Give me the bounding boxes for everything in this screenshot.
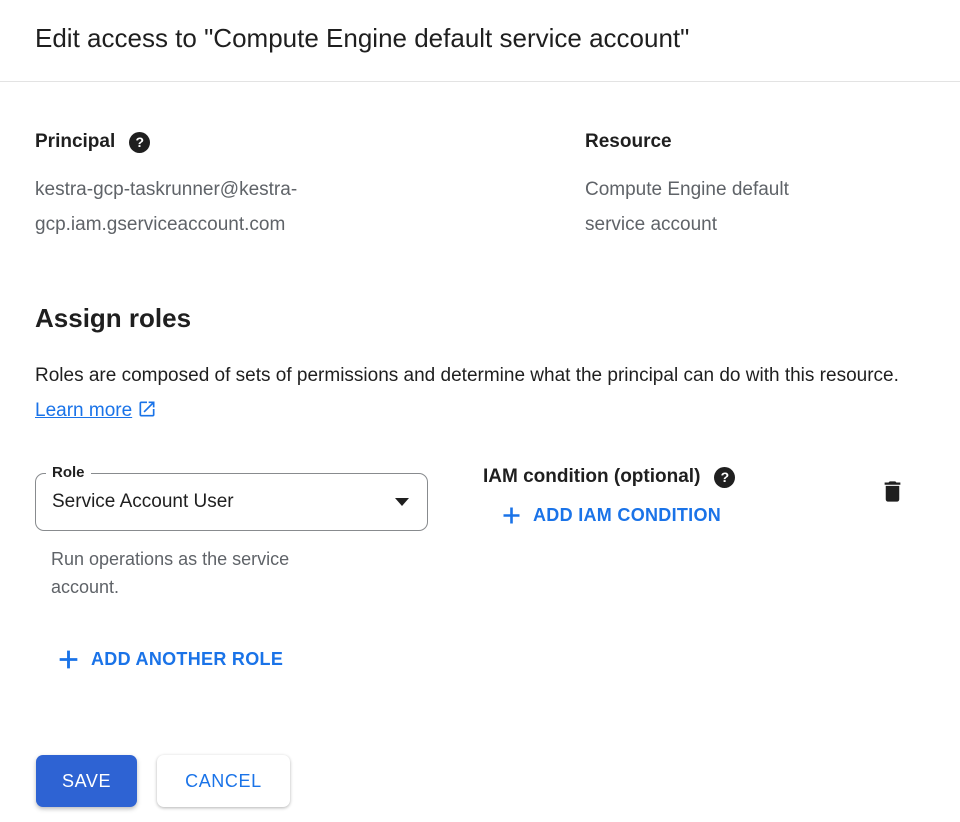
role-select[interactable]: Role Service Account User xyxy=(35,473,428,531)
dialog-action-buttons: SAVE CANCEL xyxy=(36,755,925,807)
add-another-role-label: ADD ANOTHER ROLE xyxy=(91,649,283,670)
role-column: Role Service Account User Run operations… xyxy=(35,462,428,601)
principal-label: Principal xyxy=(35,131,115,153)
principal-value: kestra-gcp-taskrunner@kestra-gcp.iam.gse… xyxy=(35,172,365,242)
resource-value: Compute Engine default service account xyxy=(585,172,840,242)
plus-icon xyxy=(502,506,521,525)
add-another-role-row: ADD ANOTHER ROLE xyxy=(58,649,925,675)
add-iam-condition-label: ADD IAM CONDITION xyxy=(533,505,721,526)
assign-roles-description: Roles are composed of sets of permission… xyxy=(35,358,920,428)
principal-section: Principal ? kestra-gcp-taskrunner@kestra… xyxy=(35,131,585,242)
role-select-label: Role xyxy=(46,463,91,483)
delete-role-button[interactable] xyxy=(879,478,906,505)
iam-condition-column: IAM condition (optional) ? ADD IAM CONDI… xyxy=(483,462,735,530)
external-link-icon xyxy=(137,399,157,419)
resource-section: Resource Compute Engine default service … xyxy=(585,131,925,242)
resource-label: Resource xyxy=(585,131,672,153)
iam-condition-label: IAM condition (optional) xyxy=(483,466,700,488)
dialog-header: Edit access to "Compute Engine default s… xyxy=(0,0,960,82)
plus-icon xyxy=(58,649,79,670)
role-binding-row: Role Service Account User Run operations… xyxy=(35,462,925,601)
dialog-title: Edit access to "Compute Engine default s… xyxy=(35,20,925,57)
assign-roles-heading: Assign roles xyxy=(35,303,925,334)
role-select-value: Service Account User xyxy=(36,491,395,513)
trash-icon xyxy=(879,478,906,505)
dialog-content: Principal ? kestra-gcp-taskrunner@kestra… xyxy=(0,131,960,807)
role-helper-text: Run operations as the service account. xyxy=(51,545,346,601)
principal-help-icon[interactable]: ? xyxy=(129,132,150,153)
assign-roles-description-text: Roles are composed of sets of permission… xyxy=(35,365,899,386)
add-another-role-button[interactable]: ADD ANOTHER ROLE xyxy=(58,649,283,670)
cancel-button[interactable]: CANCEL xyxy=(157,755,290,807)
principal-resource-row: Principal ? kestra-gcp-taskrunner@kestra… xyxy=(35,131,925,242)
iam-condition-help-icon[interactable]: ? xyxy=(714,467,735,488)
save-button[interactable]: SAVE xyxy=(36,755,137,807)
chevron-down-icon xyxy=(395,498,409,506)
learn-more-link[interactable]: Learn more xyxy=(35,400,157,421)
add-iam-condition-button[interactable]: ADD IAM CONDITION xyxy=(502,505,721,526)
